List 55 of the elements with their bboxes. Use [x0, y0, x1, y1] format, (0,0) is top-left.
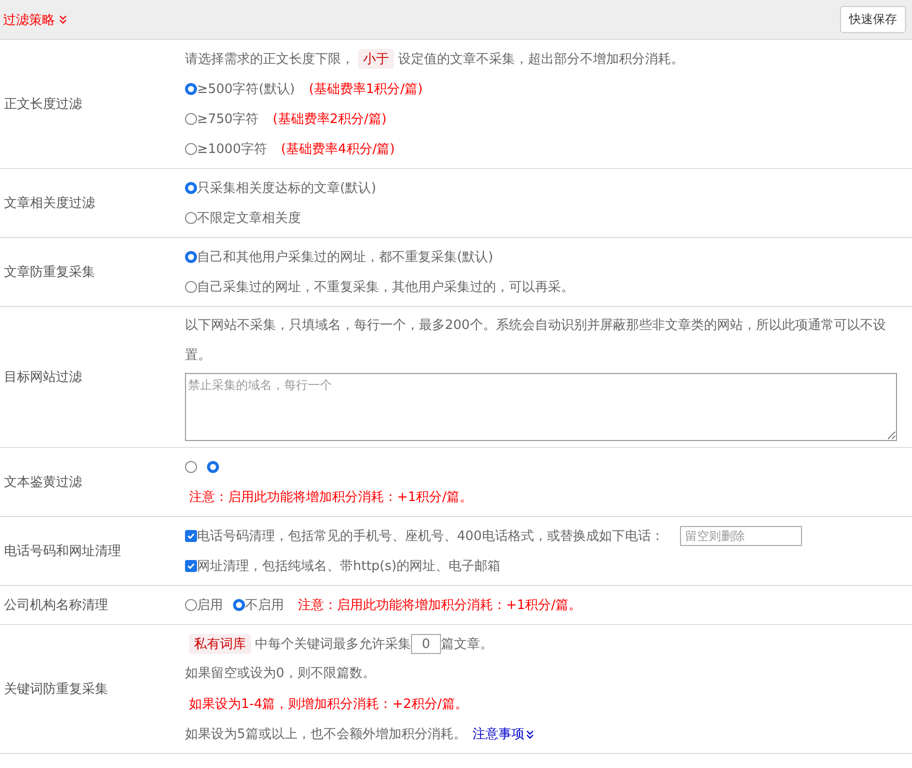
chevron-icon: [526, 730, 534, 738]
radio-label[interactable]: 不限定文章相关度: [197, 209, 301, 227]
warning-note: 如果设为1-4篇，则增加积分消耗：+2积分/篇。: [189, 696, 468, 713]
warning-note: (基础费率2积分/篇): [272, 111, 387, 128]
radio-button[interactable]: [185, 281, 197, 293]
radio-button[interactable]: [185, 143, 197, 155]
radio-button[interactable]: [185, 212, 197, 224]
count-field[interactable]: 0: [411, 634, 441, 654]
radio-label[interactable]: 启用: [197, 596, 223, 614]
description-text: 以下网站不采集，只填域名，每行一个，最多200个。系统会自动识别并屏蔽那些非文章类的网站，所以此项通常可以不设置。: [185, 317, 887, 365]
description-text: 如果留空或设为0，则不限篇数。: [185, 665, 376, 683]
row-label: 关键词防重复采集: [4, 681, 109, 698]
radio-label[interactable]: 自己采集过的网址，不重复采集，其他用户采集过的，可以再采。: [197, 278, 574, 296]
radio-label[interactable]: 不启用: [245, 596, 284, 614]
row-label: 文章相关度过滤: [4, 195, 96, 212]
keyword-tag: 小于: [358, 49, 394, 69]
domain-field[interactable]: 禁止采集的域名，每行一个: [185, 373, 897, 441]
row-label: 电话号码和网址清理: [4, 543, 122, 560]
warning-note: (基础费率1积分/篇): [308, 81, 423, 98]
radio-label[interactable]: ≥1000字符: [197, 140, 267, 158]
checkbox-label[interactable]: 网址清理，包括纯域名、带http(s)的网址、电子邮箱: [197, 557, 501, 575]
row-label: 公司机构名称清理: [4, 597, 109, 614]
description-text: 篇文章。: [441, 636, 493, 653]
radio-button[interactable]: [185, 182, 197, 194]
radio-button[interactable]: [185, 83, 197, 95]
checkbox[interactable]: [185, 530, 197, 542]
radio-label[interactable]: 自己和其他用户采集过的网址，都不重复采集(默认): [197, 248, 494, 266]
warning-note: 注意：启用此功能将增加积分消耗：+1积分/篇。: [189, 489, 473, 506]
phone-field[interactable]: 留空则删除: [680, 526, 802, 546]
chevron-icon: [59, 15, 67, 24]
quick-save-button[interactable]: 快速保存: [840, 6, 906, 33]
radio-label[interactable]: ≥500字符(默认): [197, 80, 295, 98]
warning-note: 注意：启用此功能将增加积分消耗：+1积分/篇。: [298, 597, 582, 614]
notes-link[interactable]: 注意事项: [472, 725, 534, 743]
radio-button[interactable]: [207, 461, 219, 473]
row-label: 文章防重复采集: [4, 264, 96, 281]
section-title[interactable]: 过滤策略: [3, 10, 67, 28]
radio-button[interactable]: [185, 251, 197, 263]
description-text: 如果设为5篇或以上，也不会额外增加积分消耗。: [185, 726, 466, 743]
description-text: 请选择需求的正文长度下限，: [185, 51, 354, 68]
radio-button[interactable]: [233, 599, 245, 611]
radio-button[interactable]: [185, 461, 197, 473]
checkbox[interactable]: [185, 560, 197, 572]
radio-label[interactable]: ≥750字符: [197, 110, 259, 128]
warning-note: (基础费率4积分/篇): [280, 141, 395, 158]
row-label: 正文长度过滤: [4, 96, 83, 113]
row-label: 文本鉴黄过滤: [4, 474, 83, 491]
description-text: 设定值的文章不采集，超出部分不增加积分消耗。: [398, 51, 684, 68]
radio-label[interactable]: 只采集相关度达标的文章(默认): [197, 179, 376, 197]
radio-button[interactable]: [185, 113, 197, 125]
row-label: 目标网站过滤: [4, 369, 83, 386]
checkbox-label[interactable]: 电话号码清理，包括常见的手机号、座机号、400电话格式，或替换成如下电话：: [197, 527, 664, 545]
keyword-tag: 私有词库: [189, 634, 251, 654]
radio-button[interactable]: [185, 599, 197, 611]
description-text: 中每个关键词最多允许采集: [255, 636, 411, 653]
